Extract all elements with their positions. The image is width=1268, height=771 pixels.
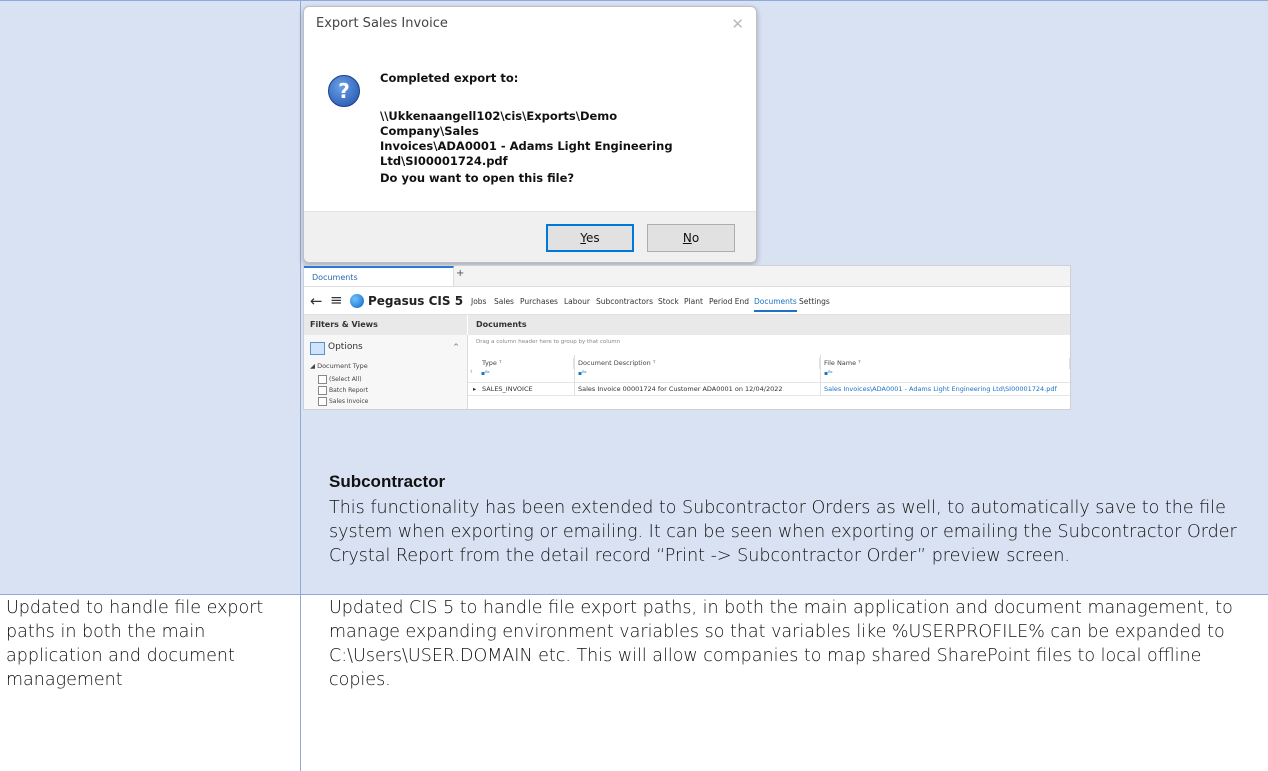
dialog-message: Completed export to:	[380, 71, 519, 85]
nav-subcontractors[interactable]: Subcontractors	[596, 297, 653, 306]
dialog-path-line: Invoices\ADA0001 - Adams Light Engineeri…	[380, 139, 673, 153]
options-list-icon	[310, 342, 325, 355]
documents-grid: Drag a column header here to group by th…	[468, 335, 1070, 409]
feature-title: Updated to handle file export paths in b…	[6, 598, 264, 690]
checkbox-sales-invoice[interactable]: Sales Invoice	[318, 397, 368, 406]
checkbox-label: Batch Report	[329, 387, 369, 394]
checkbox-icon	[318, 397, 327, 406]
filter-description-icon[interactable]: ▪ᴮᶜ	[578, 370, 587, 379]
cell-file-name-link[interactable]: Sales Invoices\ADA0001 - Adams Light Eng…	[820, 383, 1070, 395]
nav-jobs[interactable]: Jobs	[471, 297, 486, 306]
dialog-path-line: Ltd\SI00001724.pdf	[380, 154, 508, 168]
nav-documents[interactable]: Documents	[754, 297, 797, 312]
nav-purchases[interactable]: Purchases	[520, 297, 558, 306]
checkbox-select-all[interactable]: (Select All)	[318, 375, 362, 384]
cell-type: SALES_INVOICE	[482, 385, 533, 393]
cell-description: Sales Invoice 00001724 for Customer ADA0…	[578, 385, 783, 393]
checkbox-icon	[318, 375, 327, 384]
no-label: o	[691, 231, 700, 245]
tab-documents[interactable]: Documents	[304, 266, 454, 286]
nav-period-end[interactable]: Period End	[709, 297, 749, 306]
column-header-type[interactable]: Type ᵀ	[478, 358, 574, 369]
close-icon[interactable]: ✕	[731, 15, 744, 33]
documents-app-screenshot: Documents + ← ≡ Pegasus CIS 5 Jobs Sales…	[303, 265, 1071, 410]
new-tab-icon[interactable]: +	[456, 268, 464, 279]
filter-type-icon[interactable]: ▪ᴮᶜ	[481, 370, 490, 379]
collapse-caret-icon[interactable]: ^	[453, 343, 459, 351]
column-header-description[interactable]: Document Description ᵀ	[574, 358, 820, 369]
nav-plant[interactable]: Plant	[684, 297, 703, 306]
table-cell-row1-left	[0, 0, 300, 594]
dialog-footer: Yes No	[304, 211, 756, 262]
back-arrow-icon[interactable]: ←	[310, 292, 323, 310]
yes-label: es	[586, 231, 600, 245]
question-icon: ?	[328, 75, 360, 107]
pegasus-logo-icon	[350, 294, 364, 308]
nav-sales[interactable]: Sales	[494, 297, 514, 306]
dialog-question: Do you want to open this file?	[380, 171, 575, 185]
no-button[interactable]: No	[647, 224, 735, 252]
filter-file-name-icon[interactable]: ▪ᴮᶜ	[824, 370, 833, 379]
hamburger-menu-icon[interactable]: ≡	[330, 291, 343, 309]
tab-strip: Documents +	[304, 266, 1070, 287]
column-header-file-name[interactable]: File Name ᵀ	[820, 358, 1070, 369]
table-row[interactable]: ▸ SALES_INVOICE Sales Invoice 00001724 f…	[468, 382, 1070, 396]
checkbox-label: (Select All)	[329, 376, 362, 383]
nav-labour[interactable]: Labour	[564, 297, 590, 306]
nav-stock[interactable]: Stock	[658, 297, 679, 306]
app-navbar: ← ≡ Pegasus CIS 5 Jobs Sales Purchases L…	[304, 288, 1070, 315]
feature-description: Updated CIS 5 to handle file export path…	[329, 598, 1233, 690]
nav-settings[interactable]: Settings	[799, 297, 830, 306]
checkbox-label: Sales Invoice	[329, 398, 369, 405]
filters-views-header: Filters & Views	[304, 315, 467, 335]
brand-name: Pegasus CIS 5	[368, 294, 464, 308]
checkbox-icon	[318, 386, 327, 395]
checkbox-batch-report[interactable]: Batch Report	[318, 386, 368, 395]
section-paragraph: This functionality has been extended to …	[329, 498, 1237, 566]
table-border-col	[300, 0, 301, 771]
filter-icon[interactable]: ᵀ	[470, 370, 472, 379]
document-type-label[interactable]: ◢ Document Type	[310, 362, 368, 370]
dialog-path: \\Ukkenaangell102\cis\Exports\Demo Compa…	[380, 109, 720, 169]
section-heading: Subcontractor	[329, 472, 446, 491]
dialog-path-line: \\Ukkenaangell102\cis\Exports\Demo Compa…	[380, 109, 618, 138]
group-by-hint: Drag a column header here to group by th…	[476, 339, 621, 345]
export-dialog: Export Sales Invoice ✕ ? Completed expor…	[303, 6, 757, 263]
table-border-mid	[0, 594, 1268, 595]
grid-divider	[820, 355, 821, 395]
options-label[interactable]: Options	[328, 342, 363, 352]
grid-divider	[574, 355, 575, 395]
filters-panel: Options ^ ◢ Document Type (Select All) B…	[304, 335, 468, 409]
dialog-title: Export Sales Invoice	[316, 16, 448, 31]
yes-button[interactable]: Yes	[546, 224, 634, 252]
table-border-top	[0, 0, 1268, 1]
no-accelerator: N	[682, 231, 692, 245]
documents-header: Documents	[468, 315, 1070, 335]
